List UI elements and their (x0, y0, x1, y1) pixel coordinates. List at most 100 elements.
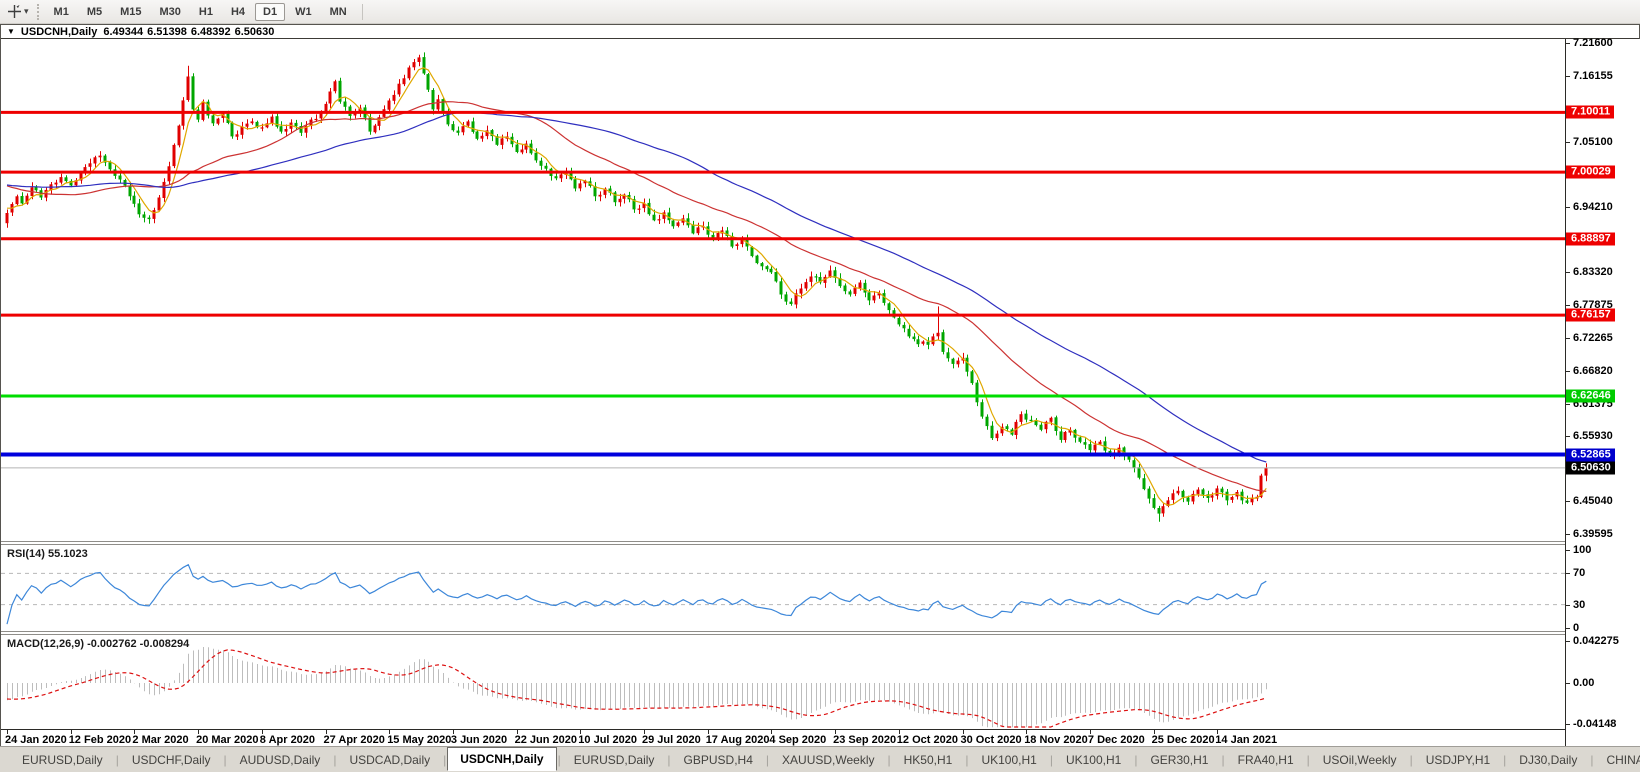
date-label: 23 Sep 2020 (833, 734, 896, 746)
price-level-tag: 6.52865 (1566, 448, 1615, 461)
symbol-tabs: EURUSD,Daily|USDCHF,Daily|AUDUSD,Daily|U… (10, 748, 1640, 771)
tab-separator: | (1590, 753, 1593, 767)
symbol-tab-USDCAD-Daily[interactable]: USDCAD,Daily (337, 749, 442, 771)
axis-tick-mark (1566, 43, 1570, 44)
date-label: 20 Mar 2020 (196, 734, 258, 746)
rsi-plot[interactable] (1, 545, 1565, 631)
date-label: 10 Jul 2020 (578, 734, 637, 746)
axis-tick-mark (1566, 371, 1570, 372)
date-label: 29 Jul 2020 (642, 734, 701, 746)
symbol-tab-USDJPY-H1[interactable]: USDJPY,H1 (1414, 749, 1502, 771)
timeframe-button-M30[interactable]: M30 (152, 3, 189, 21)
symbol-tab-UK100-H1[interactable]: UK100,H1 (1054, 749, 1133, 771)
price-tick-label: 6.94210 (1573, 201, 1613, 213)
date-label: 22 Jun 2020 (515, 734, 577, 746)
tab-separator: | (1307, 753, 1310, 767)
axis-tick-mark (1566, 501, 1570, 502)
timeframe-toolbar: ▾ M1M5M15M30H1H4D1W1MN (0, 0, 1640, 24)
tab-separator: | (1410, 753, 1413, 767)
symbol-tab-GBPUSD-H4[interactable]: GBPUSD,H4 (672, 749, 765, 771)
axis-tick-mark (1566, 338, 1570, 339)
price-tick-label: 6.83320 (1573, 266, 1613, 278)
price-pane[interactable] (1, 39, 1565, 541)
symbol-tab-XAUUSD-Weekly[interactable]: XAUUSD,Weekly (770, 749, 886, 771)
symbol-tab-bar: EURUSD,Daily|USDCHF,Daily|AUDUSD,Daily|U… (0, 746, 1640, 772)
price-level-tag: 6.50630 (1566, 461, 1615, 474)
price-axis[interactable]: 7.216007.161557.051006.942106.833206.778… (1565, 39, 1640, 747)
collapse-triangle-icon[interactable]: ▼ (7, 26, 15, 38)
macd-plot[interactable] (1, 635, 1565, 729)
rsi-tick-label: 100 (1573, 544, 1591, 556)
price-tick-label: 7.21600 (1573, 37, 1613, 49)
timeframe-button-MN[interactable]: MN (322, 3, 355, 21)
date-label: 24 Jan 2020 (5, 734, 67, 746)
symbol-tab-UK100-H1[interactable]: UK100,H1 (969, 749, 1048, 771)
tab-separator: | (766, 753, 769, 767)
timeframe-button-H4[interactable]: H4 (223, 3, 253, 21)
symbol-tab-FRA40-H1[interactable]: FRA40,H1 (1226, 749, 1306, 771)
date-label: 12 Feb 2020 (69, 734, 131, 746)
timeframe-button-W1[interactable]: W1 (287, 3, 320, 21)
price-tick-label: 6.39595 (1573, 528, 1613, 540)
price-tick-label: 6.66820 (1573, 365, 1613, 377)
cursor-tool-button[interactable]: ▾ (4, 2, 32, 22)
macd-tick-label: 0.00 (1573, 677, 1594, 689)
axis-tick-mark (1566, 605, 1570, 606)
rsi-tick-label: 0 (1573, 622, 1579, 634)
price-tick-label: 7.16155 (1573, 70, 1613, 82)
chart-title-bar[interactable]: ▼ USDCNH,Daily 6.49344 6.51398 6.48392 6… (1, 25, 1639, 39)
date-label: 2 Mar 2020 (132, 734, 188, 746)
rsi-tick-label: 30 (1573, 599, 1585, 611)
date-label: 30 Oct 2020 (961, 734, 1022, 746)
symbol-tab-USDCHF-Daily[interactable]: USDCHF,Daily (120, 749, 223, 771)
symbol-tab-USOil-Weekly[interactable]: USOil,Weekly (1311, 749, 1409, 771)
date-label: 17 Aug 2020 (706, 734, 770, 746)
symbol-tab-EURUSD-Daily[interactable]: EURUSD,Daily (10, 749, 115, 771)
chevron-down-icon[interactable]: ▾ (24, 7, 29, 16)
tab-separator: | (558, 753, 561, 767)
symbol-tab-DJ30-Daily[interactable]: DJ30,Daily (1507, 749, 1589, 771)
price-tick-label: 6.45040 (1573, 495, 1613, 507)
symbol-tab-EURUSD-Daily[interactable]: EURUSD,Daily (562, 749, 667, 771)
chart-symbol-timeframe: USDCNH,Daily (21, 26, 97, 38)
symbol-tab-HK50-H1[interactable]: HK50,H1 (892, 749, 965, 771)
tab-separator: | (116, 753, 119, 767)
axis-tick-mark (1566, 142, 1570, 143)
crosshair-icon (7, 4, 22, 19)
timeframe-button-M1[interactable]: M1 (46, 3, 77, 21)
ohlc-open: 6.49344 (103, 26, 143, 38)
symbol-tab-AUDUSD-Daily[interactable]: AUDUSD,Daily (228, 749, 333, 771)
price-tick-label: 6.72265 (1573, 332, 1613, 344)
symbol-tab-GER30-H1[interactable]: GER30,H1 (1138, 749, 1220, 771)
timeframe-group: M1M5M15M30H1H4D1W1MN (45, 3, 356, 21)
symbol-tab-USDCNH-Daily[interactable]: USDCNH,Daily (447, 747, 556, 771)
toolbar-grip[interactable] (37, 4, 40, 20)
date-label: 14 Jan 2021 (1215, 734, 1277, 746)
candlestick-plot[interactable] (1, 39, 1565, 541)
date-label: 18 Nov 2020 (1024, 734, 1088, 746)
date-label: 8 Apr 2020 (260, 734, 315, 746)
rsi-indicator-label: RSI(14) 55.1023 (7, 548, 88, 560)
toolbar-separator (362, 4, 363, 20)
axis-tick-mark (1566, 628, 1570, 629)
ohlc-close: 6.50630 (235, 26, 275, 38)
axis-tick-mark (1566, 76, 1570, 77)
date-axis[interactable]: 24 Jan 202012 Feb 20202 Mar 2020 20 Mar 2… (1, 729, 1565, 747)
axis-tick-mark (1566, 404, 1570, 405)
symbol-tab-CHINA300-H1[interactable]: CHINA300,H1 (1594, 749, 1640, 771)
tab-separator: | (1221, 753, 1224, 767)
macd-tick-label: 0.042275 (1573, 635, 1619, 647)
axis-tick-mark (1566, 534, 1570, 535)
timeframe-button-M5[interactable]: M5 (79, 3, 110, 21)
timeframe-button-H1[interactable]: H1 (191, 3, 221, 21)
tab-separator: | (224, 753, 227, 767)
tab-separator: | (667, 753, 670, 767)
date-label: 27 Apr 2020 (324, 734, 385, 746)
macd-pane[interactable]: MACD(12,26,9) -0.002762 -0.008294 (1, 635, 1565, 729)
timeframe-button-M15[interactable]: M15 (112, 3, 149, 21)
rsi-pane[interactable]: RSI(14) 55.1023 (1, 545, 1565, 631)
tab-separator: | (888, 753, 891, 767)
timeframe-button-D1[interactable]: D1 (255, 3, 285, 21)
axis-tick-mark (1566, 207, 1570, 208)
price-level-tag: 7.00029 (1566, 166, 1615, 179)
